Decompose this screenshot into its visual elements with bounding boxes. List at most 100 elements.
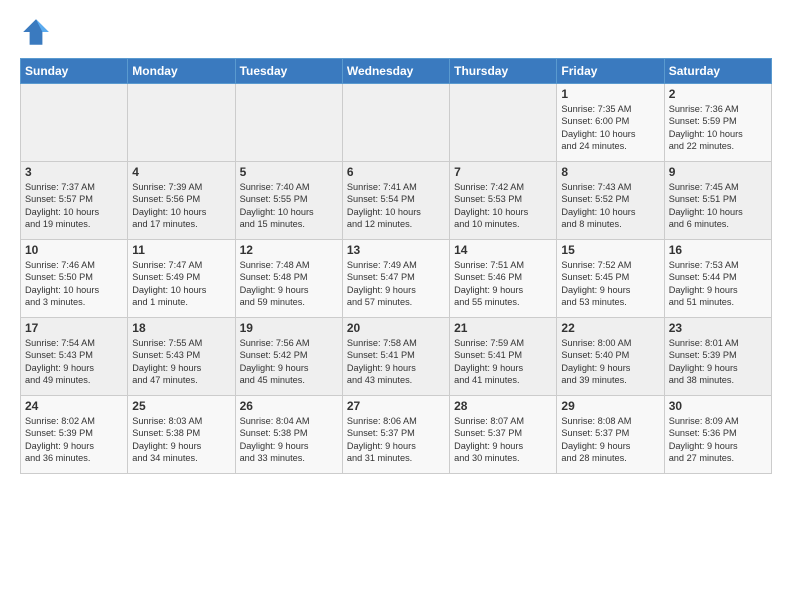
calendar-cell bbox=[342, 84, 449, 162]
day-info: Sunrise: 7:59 AM Sunset: 5:41 PM Dayligh… bbox=[454, 337, 552, 387]
calendar-table: SundayMondayTuesdayWednesdayThursdayFrid… bbox=[20, 58, 772, 474]
day-info: Sunrise: 7:43 AM Sunset: 5:52 PM Dayligh… bbox=[561, 181, 659, 231]
day-info: Sunrise: 7:40 AM Sunset: 5:55 PM Dayligh… bbox=[240, 181, 338, 231]
day-info: Sunrise: 7:53 AM Sunset: 5:44 PM Dayligh… bbox=[669, 259, 767, 309]
day-number: 5 bbox=[240, 165, 338, 179]
calendar-cell: 6 Sunrise: 7:41 AM Sunset: 5:54 PM Daylig… bbox=[342, 162, 449, 240]
day-info: Sunrise: 7:35 AM Sunset: 6:00 PM Dayligh… bbox=[561, 103, 659, 153]
day-number: 18 bbox=[132, 321, 230, 335]
day-info: Sunrise: 7:41 AM Sunset: 5:54 PM Dayligh… bbox=[347, 181, 445, 231]
day-number: 30 bbox=[669, 399, 767, 413]
calendar-cell: 9 Sunrise: 7:45 AM Sunset: 5:51 PM Daylig… bbox=[664, 162, 771, 240]
day-info: Sunrise: 8:06 AM Sunset: 5:37 PM Dayligh… bbox=[347, 415, 445, 465]
day-info: Sunrise: 7:56 AM Sunset: 5:42 PM Dayligh… bbox=[240, 337, 338, 387]
calendar-cell: 19 Sunrise: 7:56 AM Sunset: 5:42 PM Dayli… bbox=[235, 318, 342, 396]
day-info: Sunrise: 7:52 AM Sunset: 5:45 PM Dayligh… bbox=[561, 259, 659, 309]
calendar-cell: 13 Sunrise: 7:49 AM Sunset: 5:47 PM Dayli… bbox=[342, 240, 449, 318]
calendar-week-row: 17 Sunrise: 7:54 AM Sunset: 5:43 PM Dayli… bbox=[21, 318, 772, 396]
calendar-cell: 30 Sunrise: 8:09 AM Sunset: 5:36 PM Dayli… bbox=[664, 396, 771, 474]
day-number: 21 bbox=[454, 321, 552, 335]
day-info: Sunrise: 8:00 AM Sunset: 5:40 PM Dayligh… bbox=[561, 337, 659, 387]
calendar-cell: 12Sunrise: 7:48 AM Sunset: 5:48 PM Dayli… bbox=[235, 240, 342, 318]
calendar-cell: 11 Sunrise: 7:47 AM Sunset: 5:49 PM Dayli… bbox=[128, 240, 235, 318]
weekday-header: Saturday bbox=[664, 59, 771, 84]
weekday-header: Monday bbox=[128, 59, 235, 84]
day-number: 4 bbox=[132, 165, 230, 179]
day-info: Sunrise: 8:03 AM Sunset: 5:38 PM Dayligh… bbox=[132, 415, 230, 465]
day-number: 27 bbox=[347, 399, 445, 413]
day-number: 9 bbox=[669, 165, 767, 179]
day-info: Sunrise: 7:55 AM Sunset: 5:43 PM Dayligh… bbox=[132, 337, 230, 387]
day-info: Sunrise: 8:02 AM Sunset: 5:39 PM Dayligh… bbox=[25, 415, 123, 465]
logo bbox=[20, 16, 58, 48]
day-info: Sunrise: 7:45 AM Sunset: 5:51 PM Dayligh… bbox=[669, 181, 767, 231]
day-number: 1 bbox=[561, 87, 659, 101]
calendar-cell: 3 Sunrise: 7:37 AM Sunset: 5:57 PM Daylig… bbox=[21, 162, 128, 240]
day-info: Sunrise: 7:37 AM Sunset: 5:57 PM Dayligh… bbox=[25, 181, 123, 231]
day-info: Sunrise: 8:01 AM Sunset: 5:39 PM Dayligh… bbox=[669, 337, 767, 387]
calendar-cell: 5 Sunrise: 7:40 AM Sunset: 5:55 PM Daylig… bbox=[235, 162, 342, 240]
weekday-header: Thursday bbox=[450, 59, 557, 84]
weekday-header: Tuesday bbox=[235, 59, 342, 84]
weekday-header-row: SundayMondayTuesdayWednesdayThursdayFrid… bbox=[21, 59, 772, 84]
calendar-week-row: 10Sunrise: 7:46 AM Sunset: 5:50 PM Dayli… bbox=[21, 240, 772, 318]
day-info: Sunrise: 8:09 AM Sunset: 5:36 PM Dayligh… bbox=[669, 415, 767, 465]
weekday-header: Sunday bbox=[21, 59, 128, 84]
day-number: 3 bbox=[25, 165, 123, 179]
calendar-cell: 14 Sunrise: 7:51 AM Sunset: 5:46 PM Dayli… bbox=[450, 240, 557, 318]
calendar-week-row: 3 Sunrise: 7:37 AM Sunset: 5:57 PM Daylig… bbox=[21, 162, 772, 240]
header bbox=[20, 16, 772, 48]
day-number: 6 bbox=[347, 165, 445, 179]
calendar-cell: 21 Sunrise: 7:59 AM Sunset: 5:41 PM Dayli… bbox=[450, 318, 557, 396]
day-info: Sunrise: 7:49 AM Sunset: 5:47 PM Dayligh… bbox=[347, 259, 445, 309]
day-info: Sunrise: 7:46 AM Sunset: 5:50 PM Dayligh… bbox=[25, 259, 123, 309]
day-number: 22 bbox=[561, 321, 659, 335]
day-number: 24 bbox=[25, 399, 123, 413]
calendar-cell: 15 Sunrise: 7:52 AM Sunset: 5:45 PM Dayli… bbox=[557, 240, 664, 318]
calendar-cell: 2 Sunrise: 7:36 AM Sunset: 5:59 PM Daylig… bbox=[664, 84, 771, 162]
day-number: 17 bbox=[25, 321, 123, 335]
calendar-cell: 10Sunrise: 7:46 AM Sunset: 5:50 PM Dayli… bbox=[21, 240, 128, 318]
calendar-cell: 18 Sunrise: 7:55 AM Sunset: 5:43 PM Dayli… bbox=[128, 318, 235, 396]
calendar-cell: 22 Sunrise: 8:00 AM Sunset: 5:40 PM Dayli… bbox=[557, 318, 664, 396]
calendar-cell: 1 Sunrise: 7:35 AM Sunset: 6:00 PM Daylig… bbox=[557, 84, 664, 162]
calendar-week-row: 24 Sunrise: 8:02 AM Sunset: 5:39 PM Dayli… bbox=[21, 396, 772, 474]
day-info: Sunrise: 7:47 AM Sunset: 5:49 PM Dayligh… bbox=[132, 259, 230, 309]
day-number: 13 bbox=[347, 243, 445, 257]
calendar-cell: 17 Sunrise: 7:54 AM Sunset: 5:43 PM Dayli… bbox=[21, 318, 128, 396]
day-number: 14 bbox=[454, 243, 552, 257]
day-number: 26 bbox=[240, 399, 338, 413]
day-number: 23 bbox=[669, 321, 767, 335]
day-number: 7 bbox=[454, 165, 552, 179]
day-number: 11 bbox=[132, 243, 230, 257]
calendar-cell: 28Sunrise: 8:07 AM Sunset: 5:37 PM Dayli… bbox=[450, 396, 557, 474]
weekday-header: Wednesday bbox=[342, 59, 449, 84]
day-number: 16 bbox=[669, 243, 767, 257]
day-number: 20 bbox=[347, 321, 445, 335]
weekday-header: Friday bbox=[557, 59, 664, 84]
calendar-cell: 7 Sunrise: 7:42 AM Sunset: 5:53 PM Daylig… bbox=[450, 162, 557, 240]
calendar-cell: 29Sunrise: 8:08 AM Sunset: 5:37 PM Dayli… bbox=[557, 396, 664, 474]
day-info: Sunrise: 7:36 AM Sunset: 5:59 PM Dayligh… bbox=[669, 103, 767, 153]
calendar-cell: 4 Sunrise: 7:39 AM Sunset: 5:56 PM Daylig… bbox=[128, 162, 235, 240]
calendar-cell bbox=[450, 84, 557, 162]
day-number: 15 bbox=[561, 243, 659, 257]
day-number: 8 bbox=[561, 165, 659, 179]
day-info: Sunrise: 7:42 AM Sunset: 5:53 PM Dayligh… bbox=[454, 181, 552, 231]
day-info: Sunrise: 8:07 AM Sunset: 5:37 PM Dayligh… bbox=[454, 415, 552, 465]
calendar-week-row: 1 Sunrise: 7:35 AM Sunset: 6:00 PM Daylig… bbox=[21, 84, 772, 162]
calendar-cell: 25Sunrise: 8:03 AM Sunset: 5:38 PM Dayli… bbox=[128, 396, 235, 474]
day-info: Sunrise: 7:54 AM Sunset: 5:43 PM Dayligh… bbox=[25, 337, 123, 387]
day-info: Sunrise: 7:39 AM Sunset: 5:56 PM Dayligh… bbox=[132, 181, 230, 231]
calendar-cell bbox=[21, 84, 128, 162]
day-info: Sunrise: 8:08 AM Sunset: 5:37 PM Dayligh… bbox=[561, 415, 659, 465]
day-number: 19 bbox=[240, 321, 338, 335]
calendar-cell bbox=[128, 84, 235, 162]
page-container: SundayMondayTuesdayWednesdayThursdayFrid… bbox=[0, 0, 792, 484]
calendar-cell bbox=[235, 84, 342, 162]
calendar-cell: 26Sunrise: 8:04 AM Sunset: 5:38 PM Dayli… bbox=[235, 396, 342, 474]
day-info: Sunrise: 7:51 AM Sunset: 5:46 PM Dayligh… bbox=[454, 259, 552, 309]
calendar-cell: 27 Sunrise: 8:06 AM Sunset: 5:37 PM Dayli… bbox=[342, 396, 449, 474]
day-number: 2 bbox=[669, 87, 767, 101]
calendar-cell: 16 Sunrise: 7:53 AM Sunset: 5:44 PM Dayli… bbox=[664, 240, 771, 318]
